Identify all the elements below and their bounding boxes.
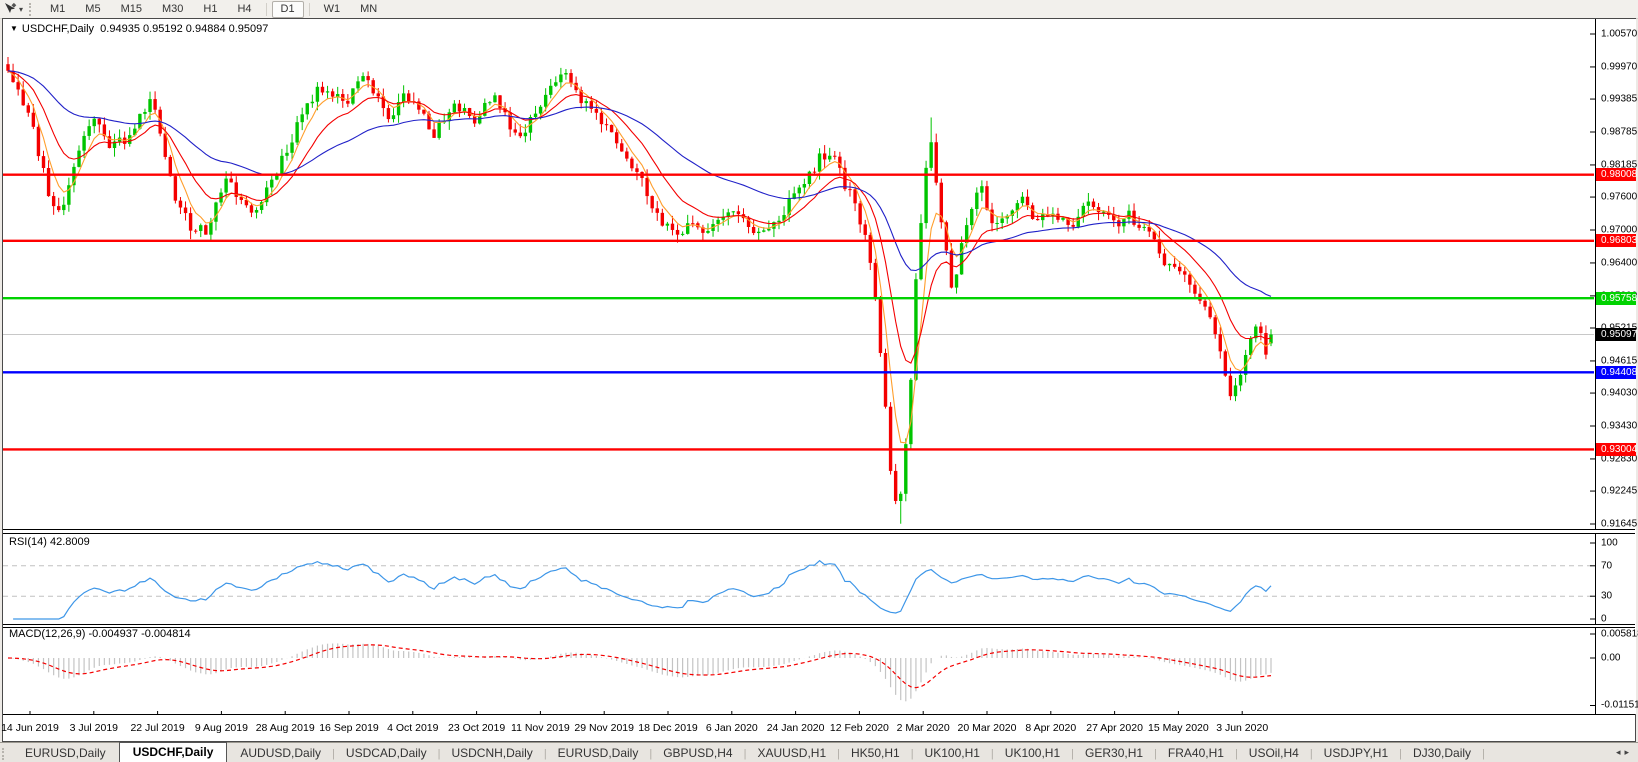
toolbar-drag-handle[interactable] (29, 2, 35, 16)
line-price-label: 0.94408 (1596, 365, 1637, 379)
rsi-indicator-label: RSI(14) 42.8009 (9, 536, 90, 548)
chart-tab-usdcad-daily[interactable]: USDCAD,Daily (335, 744, 438, 762)
cursor-tool-button[interactable]: ▾ (0, 1, 26, 17)
chart-ohlc-values: 0.94935 0.95192 0.94884 0.95097 (100, 23, 269, 35)
date-axis-tick: 22 Jul 2019 (130, 722, 185, 734)
price-axis-tick: 0.99970 (1601, 61, 1638, 73)
price-axis-tick: 70 (1601, 560, 1613, 572)
chevron-down-icon[interactable]: ▾ (19, 5, 23, 14)
date-axis-tick: 11 Nov 2019 (511, 722, 570, 734)
timeframe-button-w1[interactable]: W1 (315, 1, 350, 18)
panel-divider-rsi-macd[interactable] (3, 624, 1635, 628)
cursor-tool-icon (5, 2, 17, 13)
price-axis-tick: 0.91645 (1601, 518, 1638, 530)
toolbar-separator (308, 2, 310, 16)
chart-tab-gbpusd-h4[interactable]: GBPUSD,H4 (652, 744, 743, 762)
chart-tab-bar: EURUSD,Daily USDCHF,Daily AUDUSD,Daily | USD… (0, 742, 1638, 762)
timeframe-button-mn[interactable]: MN (351, 1, 386, 18)
panel-divider-macd-date (3, 714, 1635, 715)
chart-tab-xauusd-h1[interactable]: XAUUSD,H1 (746, 744, 837, 762)
timeframe-toolbar: ▾ M1 M5 M15 M30 H1 H4 D1 W1 MN (0, 0, 1638, 19)
date-axis-tick: 16 Sep 2019 (319, 722, 379, 734)
timeframe-buttons: M1 M5 M15 M30 H1 H4 D1 W1 MN (40, 0, 387, 18)
price-axis-tick: -0.011514 (1601, 699, 1638, 711)
date-axis-tick: 4 Oct 2019 (387, 722, 439, 734)
date-axis-tick: 27 Apr 2020 (1086, 722, 1143, 734)
chart-tab-dj30-daily[interactable]: DJ30,Daily (1402, 744, 1482, 762)
price-axis-tick: 0 (1601, 613, 1607, 625)
chart-tab-eurusd-daily[interactable]: EURUSD,Daily (14, 744, 117, 762)
chart-tab-usdjpy-h1[interactable]: USDJPY,H1 (1313, 744, 1399, 762)
line-price-label: 0.98008 (1596, 168, 1637, 182)
chart-tab-usdcnh-daily[interactable]: USDCNH,Daily (440, 744, 543, 762)
chart-tab-usdchf-daily[interactable]: USDCHF,Daily (118, 742, 228, 762)
tab-separator: | (1482, 748, 1485, 760)
timeframe-button-h1[interactable]: H1 (194, 1, 226, 18)
chart-tab-fra40-h1[interactable]: FRA40,H1 (1157, 744, 1235, 762)
tab-scroll-arrows[interactable]: ◂▸ (1616, 747, 1633, 758)
date-axis-tick: 29 Nov 2019 (574, 722, 634, 734)
date-axis-tick: 3 Jul 2019 (69, 722, 119, 734)
date-axis-tick: 24 Jan 2020 (766, 722, 825, 734)
date-axis-tick: 20 Mar 2020 (957, 722, 1017, 734)
chart-tab-hk50-h1[interactable]: HK50,H1 (840, 744, 911, 762)
scroll-right-icon[interactable]: ▸ (1624, 747, 1633, 757)
macd-indicator-label: MACD(12,26,9) -0.004937 -0.004814 (9, 628, 191, 640)
chart-tab-usoil-h4[interactable]: USOil,H4 (1238, 744, 1310, 762)
price-axis-tick: 30 (1601, 590, 1613, 602)
date-axis-tick: 3 Jun 2020 (1216, 722, 1269, 734)
timeframe-button-m30[interactable]: M30 (153, 1, 192, 18)
line-price-label: 0.95758 (1596, 291, 1637, 305)
date-axis-tick: 12 Feb 2020 (829, 722, 889, 734)
toolbar-separator (265, 2, 267, 16)
price-axis-tick: 1.00570 (1601, 28, 1638, 40)
timeframe-button-m5[interactable]: M5 (76, 1, 109, 18)
chart-dropdown-icon[interactable]: ▼ (10, 24, 18, 33)
chart-canvas[interactable] (3, 19, 1635, 741)
price-axis-tick: 0.94615 (1601, 355, 1638, 367)
price-axis-tick: 0.94030 (1601, 387, 1638, 399)
panel-divider-main-rsi[interactable] (3, 529, 1635, 534)
chart-tab-audusd-daily[interactable]: AUDUSD,Daily (229, 744, 332, 762)
date-axis-tick: 2 Mar 2020 (896, 722, 950, 734)
chart-tab-uk100-h1[interactable]: UK100,H1 (914, 744, 991, 762)
price-axis-tick: 0.00 (1601, 652, 1621, 664)
chart-symbol: USDCHF,Daily (21, 23, 95, 35)
date-axis-tick: 23 Oct 2019 (447, 722, 506, 734)
timeframe-button-h4[interactable]: H4 (228, 1, 260, 18)
chart-tab-ger30-h1[interactable]: GER30,H1 (1074, 744, 1154, 762)
date-axis-tick: 28 Aug 2019 (255, 722, 315, 734)
chart-title: ▼ USDCHF,Daily 0.94935 0.95192 0.94884 0.… (10, 23, 268, 35)
date-axis-tick: 6 Jan 2020 (705, 722, 758, 734)
line-price-label: 0.96803 (1596, 234, 1637, 248)
date-axis-tick: 9 Aug 2019 (194, 722, 248, 734)
price-axis-tick: 0.96400 (1601, 257, 1638, 269)
price-axis-tick: 0.92245 (1601, 485, 1638, 497)
date-axis-tick: 15 May 2020 (1148, 722, 1209, 734)
chart-window: 1.00570 0.99970 0.99385 0.98785 0.98185 0.976… (1, 18, 1638, 742)
date-axis-tick: 14 Jun 2019 (1, 722, 59, 734)
date-axis-tick: 18 Dec 2019 (638, 722, 698, 734)
price-axis-tick: 0.98785 (1601, 126, 1638, 138)
timeframe-button-d1[interactable]: D1 (271, 0, 304, 18)
chart-tab-uk100-h1[interactable]: UK100,H1 (994, 744, 1071, 762)
tabbar-drag-handle[interactable] (2, 748, 8, 760)
price-axis-tick: 100 (1601, 537, 1618, 549)
price-axis[interactable]: 1.00570 0.99970 0.99385 0.98785 0.98185 0.976… (1595, 19, 1638, 714)
price-axis-tick: 0.93430 (1601, 420, 1638, 432)
price-axis-tick: 0.99385 (1601, 93, 1638, 105)
price-axis-tick: 0.005818 (1601, 628, 1638, 640)
mt4-workspace: ▾ M1 M5 M15 M30 H1 H4 D1 W1 MN 1.00570 0.99970 0.9… (0, 0, 1638, 762)
timeframe-button-m1[interactable]: M1 (41, 1, 74, 18)
chart-tabs: EURUSD,Daily USDCHF,Daily AUDUSD,Daily | USD… (14, 742, 1485, 762)
chart-tab-eurusd-daily[interactable]: EURUSD,Daily (547, 744, 650, 762)
timeframe-button-m15[interactable]: M15 (112, 1, 151, 18)
current-price-label: 0.95097 (1596, 327, 1637, 341)
date-axis-tick: 8 Apr 2020 (1025, 722, 1077, 734)
date-axis[interactable]: 14 Jun 2019 3 Jul 2019 22 Jul 2019 9 Aug 20… (1, 715, 1635, 741)
line-price-label: 0.93004 (1596, 442, 1637, 456)
price-axis-tick: 0.97600 (1601, 191, 1638, 203)
